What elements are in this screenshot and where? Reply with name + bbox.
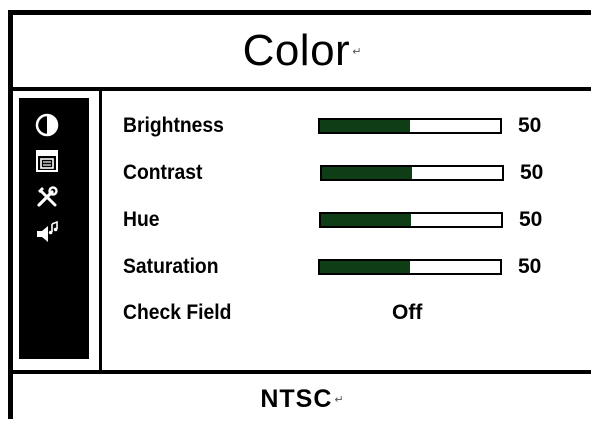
contrast-slider-fill — [322, 167, 412, 179]
brightness-value: 50 — [518, 114, 542, 137]
contrast-row[interactable]: Contrast 50 — [123, 154, 591, 194]
contrast-circle-icon[interactable] — [34, 112, 60, 138]
saturation-value: 50 — [518, 255, 542, 278]
contrast-label: Contrast — [123, 161, 203, 184]
saturation-row[interactable]: Saturation 50 — [123, 248, 591, 288]
brightness-row[interactable]: Brightness 50 — [123, 107, 591, 147]
speaker-music-icon[interactable] — [34, 220, 60, 246]
picture-window-icon[interactable] — [34, 148, 60, 174]
hue-value: 50 — [519, 208, 543, 231]
osd-menu: Color ↵ Brightness 50 Contrast 50 Hue 50… — [8, 10, 591, 419]
brightness-slider[interactable] — [318, 118, 502, 134]
contrast-value: 50 — [520, 161, 544, 184]
hue-slider[interactable] — [319, 212, 503, 228]
hue-label: Hue — [123, 208, 160, 231]
icon-panel — [19, 98, 89, 359]
title-bar: Color ↵ — [13, 15, 591, 91]
saturation-label: Saturation — [123, 255, 219, 278]
page-title: Color — [242, 26, 351, 75]
hue-slider-fill — [321, 214, 411, 226]
saturation-slider-fill — [320, 261, 410, 273]
sidebar — [13, 91, 102, 370]
saturation-slider[interactable] — [318, 259, 502, 275]
tools-icon[interactable] — [34, 184, 60, 210]
footer: NTSC ↵ — [13, 374, 591, 424]
paragraph-mark: ↵ — [352, 45, 362, 58]
check-field-label: Check Field — [123, 301, 232, 324]
contrast-slider[interactable] — [320, 165, 504, 181]
check-field-value[interactable]: Off — [392, 301, 422, 325]
brightness-label: Brightness — [123, 114, 224, 137]
check-field-row[interactable]: Check Field Off — [123, 294, 591, 334]
hue-row[interactable]: Hue 50 — [123, 201, 591, 241]
settings-area: Brightness 50 Contrast 50 Hue 50 Saturat… — [13, 91, 591, 374]
brightness-slider-fill — [320, 120, 410, 132]
signal-format-label: NTSC — [260, 384, 333, 413]
footer-paragraph-mark: ↵ — [334, 393, 344, 406]
